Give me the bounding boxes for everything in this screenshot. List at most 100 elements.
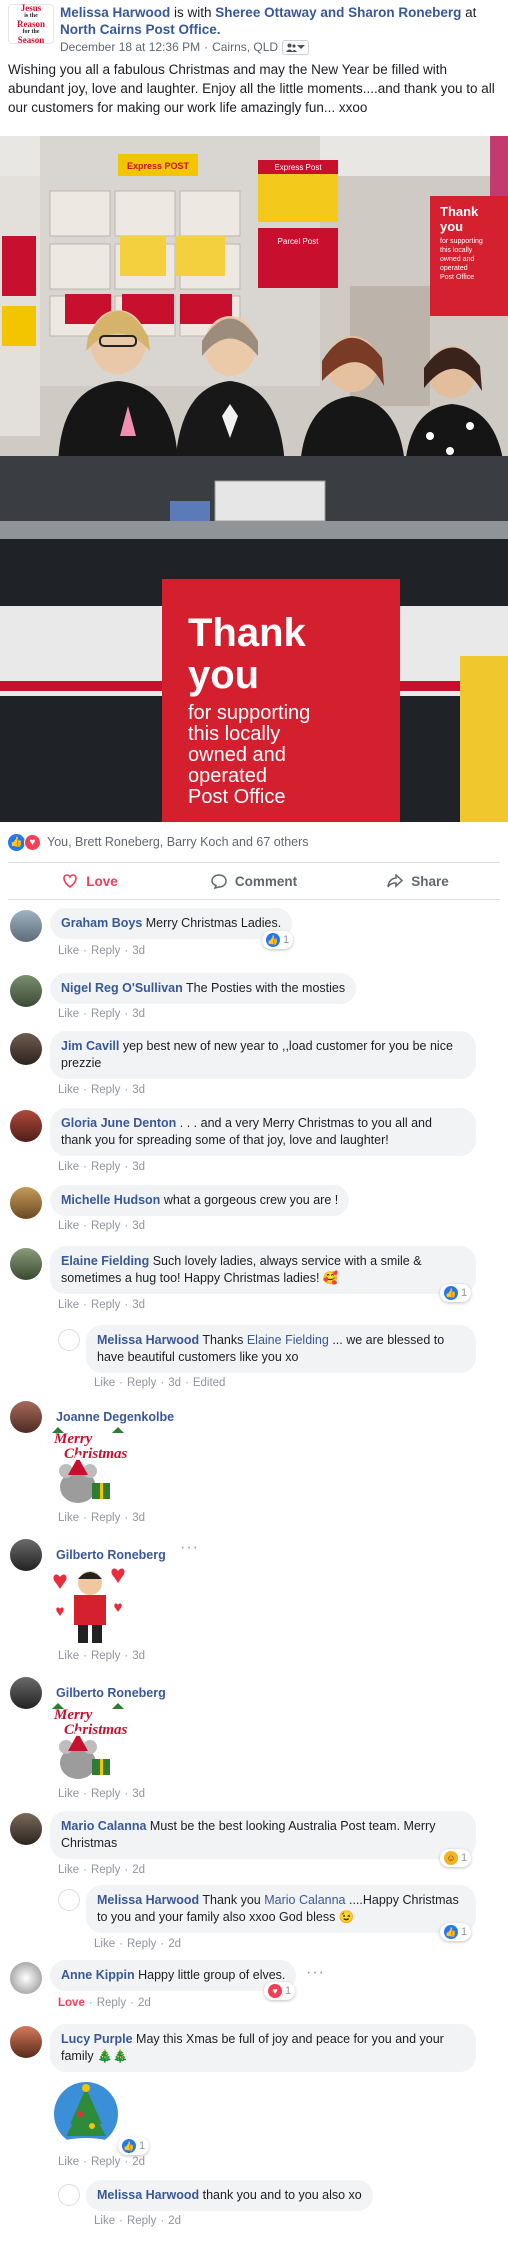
like-link[interactable]: Like: [58, 1512, 79, 1524]
reply-link[interactable]: Reply: [127, 2215, 156, 2227]
commenter-name[interactable]: Gloria June Denton: [61, 1116, 176, 1130]
reaction-badge[interactable]: 👍 1: [262, 931, 294, 949]
avatar[interactable]: [10, 1248, 42, 1280]
commenter-name[interactable]: Michelle Hudson: [61, 1193, 160, 1207]
commenter-name[interactable]: Nigel Reg O'Sullivan: [61, 981, 183, 995]
like-link[interactable]: Like: [58, 1161, 79, 1173]
reply-link[interactable]: Reply: [97, 1997, 126, 2009]
like-link[interactable]: Like: [58, 1008, 79, 1020]
avatar[interactable]: [10, 1813, 42, 1845]
reply-link[interactable]: Reply: [91, 1512, 120, 1524]
reaction-summary[interactable]: 👍 ♥ You, Brett Roneberg, Barry Koch and …: [8, 832, 309, 852]
audience-selector[interactable]: [282, 39, 310, 55]
like-link[interactable]: Like: [58, 1084, 79, 1096]
reply-link[interactable]: Reply: [91, 1084, 120, 1096]
like-link[interactable]: Like: [58, 1220, 79, 1232]
commenter-name[interactable]: Jim Cavill: [61, 1039, 119, 1053]
comment-time[interactable]: 2d: [168, 1938, 181, 1950]
comment-time[interactable]: 3d: [132, 1008, 145, 1020]
comment-time[interactable]: 3d: [132, 1299, 145, 1311]
mention-link[interactable]: Mario Calanna: [264, 1893, 345, 1907]
avatar[interactable]: [10, 1539, 42, 1571]
comment-time[interactable]: 3d: [132, 1084, 145, 1096]
like-link[interactable]: Like: [58, 1864, 79, 1876]
like-link[interactable]: Like: [94, 1377, 115, 1389]
reply-link[interactable]: Reply: [91, 1788, 120, 1800]
commenter-name[interactable]: Gilberto Roneberg: [56, 1548, 166, 1562]
comment-time[interactable]: 2d: [168, 2215, 181, 2227]
like-link[interactable]: Like: [94, 2215, 115, 2227]
reply-link[interactable]: Reply: [91, 945, 120, 957]
avatar[interactable]: [58, 2184, 80, 2206]
avatar[interactable]: [10, 910, 42, 942]
share-button[interactable]: Share: [336, 863, 500, 899]
commenter-name[interactable]: Melissa Harwood: [97, 2188, 199, 2202]
comment-time[interactable]: 3d: [132, 1788, 145, 1800]
christmas-sticker[interactable]: Merry Christmas: [48, 1425, 132, 1509]
mention-link[interactable]: Elaine Fielding: [247, 1333, 329, 1347]
commenter-name[interactable]: Joanne Degenkolbe: [56, 1410, 174, 1424]
like-link[interactable]: Like: [58, 945, 79, 957]
like-link[interactable]: Like: [94, 1938, 115, 1950]
like-link[interactable]: Like: [58, 1788, 79, 1800]
comment-time[interactable]: 2d: [132, 2156, 145, 2168]
location-link[interactable]: North Cairns Post Office.: [60, 22, 221, 37]
avatar[interactable]: [10, 1401, 42, 1433]
commenter-name[interactable]: Graham Boys: [61, 916, 142, 930]
avatar[interactable]: [10, 1033, 42, 1065]
post-timestamp[interactable]: December 18 at 12:36 PM: [60, 38, 200, 56]
comment-button[interactable]: Comment: [172, 863, 336, 899]
football-sticker[interactable]: [48, 1563, 132, 1647]
author-name-link[interactable]: Melissa Harwood: [60, 5, 170, 20]
author-avatar[interactable]: Jesus is the Reason for the Season: [8, 3, 54, 44]
like-link[interactable]: Like: [58, 1299, 79, 1311]
post-photo[interactable]: Express POST Express Post Parcel Post Th…: [0, 136, 508, 822]
love-link[interactable]: Love: [58, 1997, 85, 2009]
avatar[interactable]: [10, 1187, 42, 1219]
commenter-name[interactable]: Melissa Harwood: [97, 1333, 199, 1347]
reply-link[interactable]: Reply: [91, 1650, 120, 1662]
reaction-badge[interactable]: 👍 1: [440, 1284, 472, 1302]
reply-link[interactable]: Reply: [91, 1220, 120, 1232]
comment-time[interactable]: 2d: [138, 1997, 151, 2009]
avatar[interactable]: [10, 1677, 42, 1709]
avatar[interactable]: [10, 1962, 42, 1994]
christmas-tree-sticker[interactable]: [50, 2080, 122, 2152]
reaction-badge[interactable]: 👍 1: [440, 1923, 472, 1941]
commenter-name[interactable]: Lucy Purple: [61, 2032, 133, 2046]
comment-time[interactable]: 3d: [132, 1220, 145, 1232]
reaction-badge[interactable]: 👍 1: [118, 2137, 150, 2155]
comment-time[interactable]: 2d: [132, 1864, 145, 1876]
commenter-name[interactable]: Gilberto Roneberg: [56, 1686, 166, 1700]
reply-link[interactable]: Reply: [91, 1299, 120, 1311]
avatar[interactable]: [58, 1889, 80, 1911]
commenter-name[interactable]: Melissa Harwood: [97, 1893, 199, 1907]
comment-time[interactable]: 3d: [132, 945, 145, 957]
avatar[interactable]: [10, 2026, 42, 2058]
more-options-icon[interactable]: ···: [306, 1964, 325, 1982]
love-button[interactable]: Love: [8, 863, 172, 899]
christmas-sticker[interactable]: Merry Christmas: [48, 1701, 132, 1785]
comment-time[interactable]: 3d: [132, 1161, 145, 1173]
avatar[interactable]: [10, 1110, 42, 1142]
avatar[interactable]: [10, 975, 42, 1007]
reaction-badge[interactable]: ♥ 1: [264, 1982, 296, 2000]
reply-link[interactable]: Reply: [91, 1008, 120, 1020]
avatar[interactable]: [58, 1329, 80, 1351]
commenter-name[interactable]: Mario Calanna: [61, 1819, 146, 1833]
tagged-people-link[interactable]: Sheree Ottaway and Sharon Roneberg: [215, 5, 461, 20]
reaction-badge[interactable]: ☺ 1: [440, 1849, 472, 1867]
reply-link[interactable]: Reply: [127, 1938, 156, 1950]
comment-time[interactable]: 3d: [132, 1512, 145, 1524]
commenter-name[interactable]: Elaine Fielding: [61, 1254, 149, 1268]
comment-time[interactable]: 3d: [132, 1650, 145, 1662]
like-link[interactable]: Like: [58, 1650, 79, 1662]
edited-label[interactable]: Edited: [193, 1377, 226, 1389]
reply-link[interactable]: Reply: [91, 2156, 120, 2168]
more-options-icon[interactable]: ···: [180, 1539, 199, 1557]
reply-link[interactable]: Reply: [91, 1864, 120, 1876]
comment-time[interactable]: 3d: [168, 1377, 181, 1389]
reply-link[interactable]: Reply: [127, 1377, 156, 1389]
reply-link[interactable]: Reply: [91, 1161, 120, 1173]
commenter-name[interactable]: Anne Kippin: [61, 1968, 135, 1982]
